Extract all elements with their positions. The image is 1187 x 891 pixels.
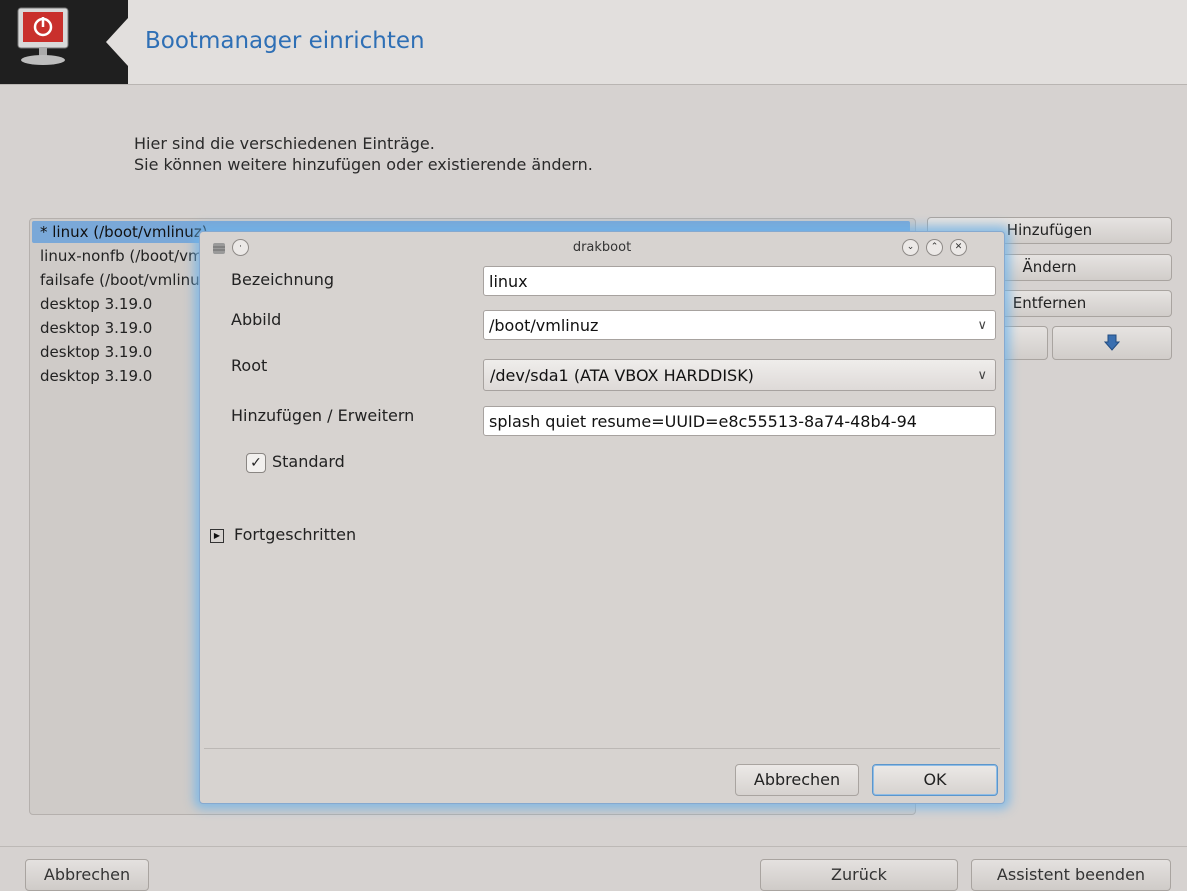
- append-field[interactable]: splash quiet resume=UUID=e8c55513-8a74-4…: [483, 406, 996, 436]
- power-monitor-icon: [0, 0, 128, 84]
- chevron-down-icon: ∨: [977, 368, 987, 383]
- back-button[interactable]: Zurück: [760, 859, 958, 891]
- edit-entry-dialog: · drakboot ⌄ ⌃ ✕ Bezeichnung linux Abbil…: [199, 231, 1005, 804]
- root-select[interactable]: /dev/sda1 (ATA VBOX HARDDISK) ∨: [483, 359, 996, 391]
- chevron-down-icon: ∨: [977, 318, 987, 333]
- default-checkbox[interactable]: ✓: [246, 453, 266, 473]
- image-value: /boot/vmlinuz: [489, 316, 599, 335]
- intro-line-2: Sie können weitere hinzufügen oder exist…: [134, 155, 593, 174]
- footer-separator: [0, 846, 1187, 847]
- advanced-expander-label[interactable]: Fortgeschritten: [234, 525, 356, 544]
- list-item[interactable]: desktop 3.19.0: [32, 341, 152, 363]
- image-field[interactable]: /boot/vmlinuz ∨: [483, 310, 996, 340]
- page-title: Bootmanager einrichten: [145, 28, 425, 54]
- expand-arrow-icon[interactable]: ▶: [210, 529, 224, 543]
- default-label: Standard: [272, 452, 345, 471]
- close-icon[interactable]: ✕: [950, 239, 967, 256]
- dialog-cancel-button[interactable]: Abbrechen: [735, 764, 859, 796]
- header-bar: Bootmanager einrichten: [0, 0, 1187, 85]
- dialog-title: drakboot: [572, 240, 632, 255]
- label-label: Bezeichnung: [231, 270, 335, 289]
- list-item[interactable]: failsafe (/boot/vmlinuz): [32, 269, 213, 291]
- append-label: Hinzufügen / Erweitern: [231, 406, 415, 425]
- intro-line-1: Hier sind die verschiedenen Einträge.: [134, 134, 435, 153]
- move-down-button[interactable]: [1052, 326, 1172, 360]
- maximize-icon[interactable]: ⌃: [926, 239, 943, 256]
- list-item[interactable]: desktop 3.19.0: [32, 293, 152, 315]
- intro-text: Hier sind die verschiedenen Einträge. Si…: [134, 133, 593, 175]
- dialog-ok-button[interactable]: OK: [872, 764, 998, 796]
- list-item[interactable]: desktop 3.19.0: [32, 365, 152, 387]
- app-icon-area: [0, 0, 128, 84]
- list-item[interactable]: desktop 3.19.0: [32, 317, 152, 339]
- cancel-button[interactable]: Abbrechen: [25, 859, 149, 891]
- root-value: /dev/sda1 (ATA VBOX HARDDISK): [490, 366, 754, 385]
- minimize-icon[interactable]: ⌄: [902, 239, 919, 256]
- dialog-separator: [204, 748, 1000, 749]
- image-label: Abbild: [231, 310, 282, 329]
- label-field[interactable]: linux: [483, 266, 996, 296]
- dialog-titlebar[interactable]: · drakboot ⌄ ⌃ ✕: [200, 232, 1004, 262]
- down-arrow-icon: [1103, 334, 1121, 351]
- root-label: Root: [231, 356, 268, 375]
- finish-button[interactable]: Assistent beenden: [971, 859, 1171, 891]
